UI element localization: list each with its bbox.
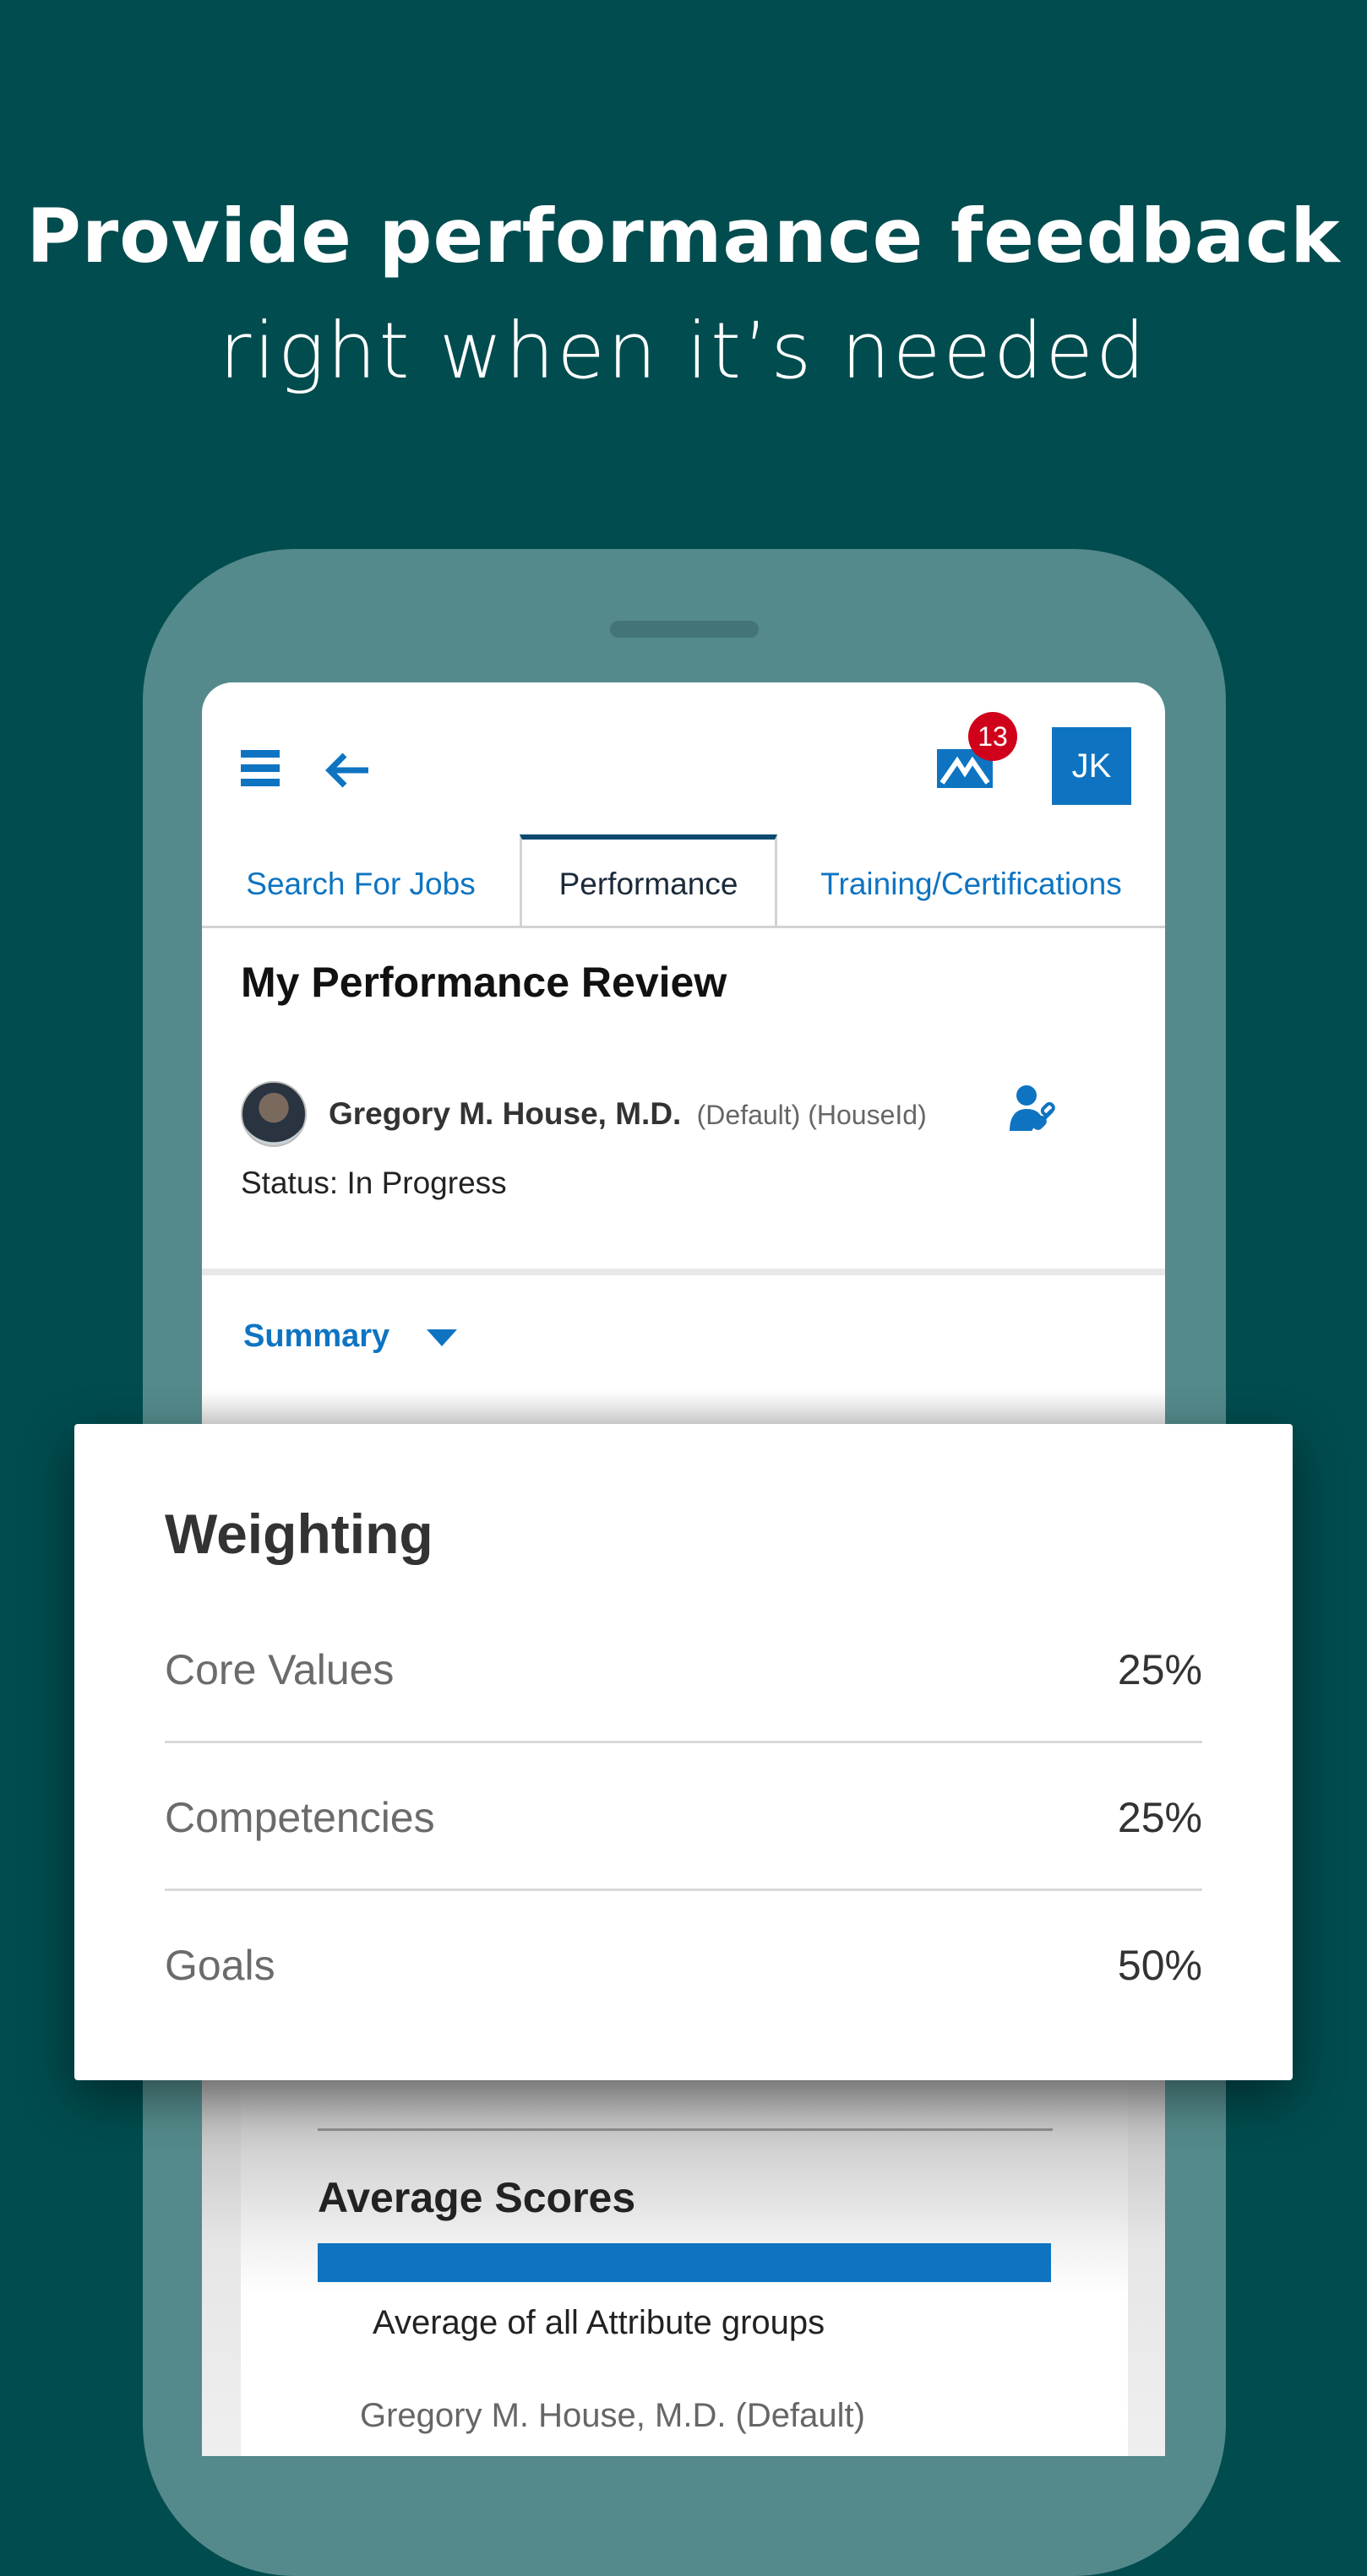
summary-dropdown[interactable]: Summary — [243, 1318, 389, 1355]
user-avatar-button[interactable]: JK — [1052, 727, 1131, 805]
tab-training-certifications[interactable]: Training/Certifications — [777, 834, 1165, 926]
weighting-title: Weighting — [165, 1503, 433, 1565]
divider — [202, 1269, 1165, 1275]
average-bar-label: Average of all Attribute groups — [373, 2304, 825, 2341]
weighting-label-competencies: Competencies — [165, 1794, 435, 1841]
caret-down-icon[interactable] — [427, 1329, 457, 1346]
weighting-value-core-values: 25% — [1117, 1646, 1202, 1693]
row-divider — [165, 1741, 1202, 1743]
hamburger-icon[interactable] — [241, 750, 280, 787]
user-link-icon[interactable] — [1008, 1084, 1059, 1134]
phone-speaker — [610, 621, 759, 638]
section-shadow — [202, 1392, 1165, 1426]
row-divider — [165, 1889, 1202, 1891]
weighting-label-core-values: Core Values — [165, 1646, 395, 1693]
headline-line2: right when it’s needed — [219, 306, 1148, 396]
average-score-bar — [318, 2243, 1051, 2282]
headline-line1: Provide performance feedback — [26, 193, 1341, 280]
tab-performance[interactable]: Performance — [520, 834, 777, 926]
average-scores-title: Average Scores — [318, 2174, 636, 2221]
employee-name: Gregory M. House, M.D. — [329, 1096, 682, 1131]
employee-tags: (Default) (HouseId) — [696, 1100, 927, 1130]
tab-bar: Search For Jobs Performance Training/Cer… — [202, 834, 1165, 928]
divider — [318, 2128, 1053, 2131]
weighting-value-competencies: 25% — [1117, 1794, 1202, 1841]
weighting-label-goals: Goals — [165, 1942, 275, 1989]
mail-badge: 13 — [968, 712, 1017, 761]
review-status: Status: In Progress — [241, 1166, 507, 1200]
arrow-left-icon[interactable] — [324, 752, 372, 789]
weighting-value-goals: 50% — [1117, 1942, 1202, 1989]
weighting-card: Weighting Core Values 25% Competencies 2… — [74, 1424, 1293, 2080]
employee-score-row: Gregory M. House, M.D. (Default) — [360, 2397, 865, 2434]
employee-avatar — [241, 1081, 307, 1147]
page-title: My Performance Review — [241, 959, 727, 1006]
tab-search-for-jobs[interactable]: Search For Jobs — [202, 834, 520, 926]
